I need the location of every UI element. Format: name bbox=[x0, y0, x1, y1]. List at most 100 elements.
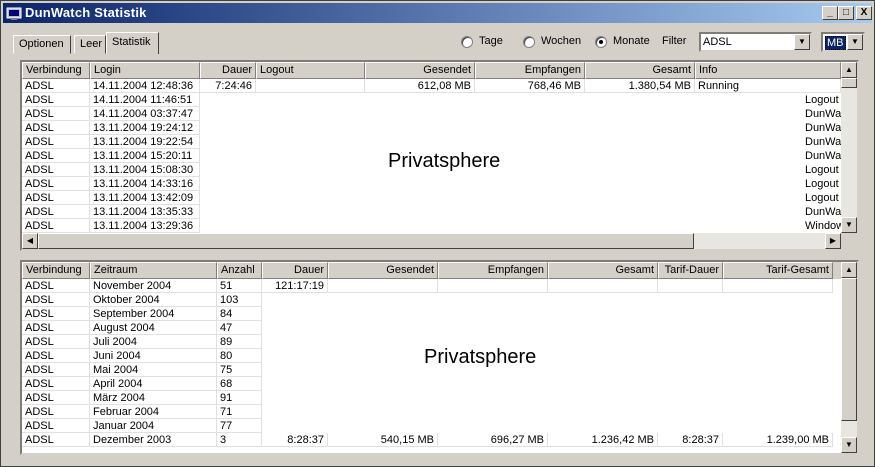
column-header-gesamt[interactable]: Gesamt bbox=[548, 262, 658, 279]
tab-leer[interactable]: Leer bbox=[74, 35, 106, 54]
table-cell bbox=[328, 377, 438, 391]
close-button[interactable]: X bbox=[856, 6, 872, 20]
table-cell bbox=[438, 293, 548, 307]
scroll-thumb[interactable] bbox=[38, 233, 694, 249]
tab-statistik[interactable]: Statistik bbox=[106, 32, 159, 54]
tab-label: Optionen bbox=[19, 38, 64, 50]
table-row[interactable]: ADSL November 2004 51 121:17:19 bbox=[22, 279, 841, 293]
column-header-tarif-dauer[interactable]: Tarif-Dauer bbox=[658, 262, 723, 279]
column-header-zeitraum[interactable]: Zeitraum bbox=[90, 262, 217, 279]
column-header-dauer[interactable]: Dauer bbox=[262, 262, 328, 279]
table-row[interactable]: ADSL Dezember 2003 3 8:28:37 540,15 MB 696,27… bbox=[22, 433, 841, 447]
table-cell bbox=[438, 321, 548, 335]
chevron-down-icon[interactable]: ▼ bbox=[794, 34, 810, 50]
table-row[interactable]: ADSL August 2004 47 bbox=[22, 321, 841, 335]
table-row[interactable]: ADSL 14.11.2004 12:48:36 7:24:46 612,08 MB 7… bbox=[22, 79, 841, 93]
column-header-info[interactable]: Info bbox=[695, 62, 841, 79]
title-bar[interactable]: DunWatch Statistik _ □ X bbox=[3, 3, 872, 23]
column-header-verbindung[interactable]: Verbindung bbox=[22, 262, 90, 279]
scroll-thumb[interactable] bbox=[841, 278, 857, 421]
scroll-up-icon[interactable]: ▲ bbox=[841, 262, 857, 278]
table-cell: ADSL bbox=[22, 433, 90, 447]
tab-optionen[interactable]: Optionen bbox=[13, 35, 71, 54]
sessions-table[interactable]: Verbindung Login Dauer Logout Gesendet E… bbox=[20, 60, 859, 251]
monthly-summary-table[interactable]: Verbindung Zeitraum Anzahl Dauer Gesende… bbox=[20, 260, 859, 455]
scroll-down-icon[interactable]: ▼ bbox=[841, 217, 857, 233]
table-cell: ADSL bbox=[22, 363, 90, 377]
scroll-up-icon[interactable]: ▲ bbox=[841, 62, 857, 78]
column-header-empfangen[interactable]: Empfangen bbox=[475, 62, 585, 79]
scroll-thumb[interactable] bbox=[841, 78, 857, 88]
table-cell bbox=[475, 177, 585, 191]
table-cell: Dezember 2003 bbox=[90, 433, 217, 447]
radio-circle-icon bbox=[523, 36, 535, 48]
table-row[interactable]: ADSL Oktober 2004 103 bbox=[22, 293, 841, 307]
table-row[interactable]: ADSL 13.11.2004 19:24:12 DunWa bbox=[22, 121, 841, 135]
unit-select[interactable]: MB ▼ bbox=[821, 32, 865, 52]
column-header-dauer[interactable]: Dauer bbox=[200, 62, 256, 79]
table-cell: Logout bbox=[805, 94, 839, 106]
column-header-tarif-gesamt[interactable]: Tarif-Gesamt bbox=[723, 262, 833, 279]
minimize-button[interactable]: _ bbox=[822, 6, 838, 20]
table-cell: 13.11.2004 14:33:16 bbox=[90, 177, 200, 191]
column-header-anzahl[interactable]: Anzahl bbox=[217, 262, 262, 279]
table-cell bbox=[658, 391, 723, 405]
summary-vertical-scrollbar[interactable]: ▲ ▼ bbox=[841, 262, 857, 453]
table-row[interactable]: ADSL April 2004 68 bbox=[22, 377, 841, 391]
table-row[interactable]: ADSL 13.11.2004 13:35:33 DunWa bbox=[22, 205, 841, 219]
column-header-gesendet[interactable]: Gesendet bbox=[328, 262, 438, 279]
scroll-down-icon[interactable]: ▼ bbox=[841, 437, 857, 453]
table-row[interactable]: ADSL September 2004 84 bbox=[22, 307, 841, 321]
column-header-empfangen[interactable]: Empfangen bbox=[438, 262, 548, 279]
table-cell bbox=[256, 191, 365, 205]
chevron-down-icon[interactable]: ▼ bbox=[847, 34, 863, 50]
table-cell bbox=[262, 321, 328, 335]
table-row[interactable]: ADSL 13.11.2004 19:22:54 DunWa bbox=[22, 135, 841, 149]
table-cell: September 2004 bbox=[90, 307, 217, 321]
table-cell bbox=[328, 419, 438, 433]
table-cell bbox=[200, 177, 256, 191]
column-header-gesamt[interactable]: Gesamt bbox=[585, 62, 695, 79]
sessions-vertical-scrollbar[interactable]: ▲ ▼ bbox=[841, 62, 857, 233]
table-cell: ADSL bbox=[22, 219, 90, 233]
table-cell bbox=[658, 363, 723, 377]
column-header-login[interactable]: Login bbox=[90, 62, 200, 79]
pane-splitter[interactable] bbox=[15, 252, 861, 258]
table-row[interactable]: ADSL 13.11.2004 14:33:16 Logout bbox=[22, 177, 841, 191]
table-cell: ADSL bbox=[22, 121, 90, 135]
minimize-icon: _ bbox=[827, 7, 833, 18]
maximize-button[interactable]: □ bbox=[838, 6, 854, 20]
table-cell: 8:28:37 bbox=[658, 433, 723, 447]
privacy-overlay: Privatsphere bbox=[388, 150, 501, 172]
table-row[interactable]: ADSL 13.11.2004 13:42:09 Logout bbox=[22, 191, 841, 205]
table-cell bbox=[723, 293, 833, 307]
table-row[interactable]: ADSL 13.11.2004 13:29:36 Window bbox=[22, 219, 841, 233]
table-cell: ADSL bbox=[22, 93, 90, 107]
table-cell: ADSL bbox=[22, 191, 90, 205]
scroll-right-icon[interactable]: ▶ bbox=[825, 233, 841, 249]
column-header-logout[interactable]: Logout bbox=[256, 62, 365, 79]
table-cell: ADSL bbox=[22, 163, 90, 177]
table-cell bbox=[438, 419, 548, 433]
table-row[interactable]: ADSL 14.11.2004 11:46:51 Logout bbox=[22, 93, 841, 107]
table-cell bbox=[585, 205, 695, 219]
table-cell bbox=[585, 219, 695, 233]
table-row[interactable]: ADSL Februar 2004 71 bbox=[22, 405, 841, 419]
table-cell: ADSL bbox=[22, 279, 90, 293]
column-header-verbindung[interactable]: Verbindung bbox=[22, 62, 90, 79]
table-row[interactable]: ADSL 14.11.2004 03:37:47 DunWa bbox=[22, 107, 841, 121]
filter-select[interactable]: ADSL ▼ bbox=[699, 32, 812, 52]
table-cell bbox=[438, 279, 548, 293]
table-row[interactable]: ADSL Januar 2004 77 bbox=[22, 419, 841, 433]
table-cell: ADSL bbox=[22, 107, 90, 121]
sessions-horizontal-scrollbar[interactable]: ◀ ▶ bbox=[22, 233, 841, 249]
table-cell: 89 bbox=[217, 335, 262, 349]
table-cell: 13.11.2004 13:29:36 bbox=[90, 219, 200, 233]
table-cell bbox=[658, 419, 723, 433]
scroll-left-icon[interactable]: ◀ bbox=[22, 233, 38, 249]
table-row[interactable]: ADSL März 2004 91 bbox=[22, 391, 841, 405]
column-header-gesendet[interactable]: Gesendet bbox=[365, 62, 475, 79]
radio-circle-checked-icon bbox=[595, 36, 607, 48]
table-cell bbox=[585, 149, 695, 163]
table-cell bbox=[328, 307, 438, 321]
